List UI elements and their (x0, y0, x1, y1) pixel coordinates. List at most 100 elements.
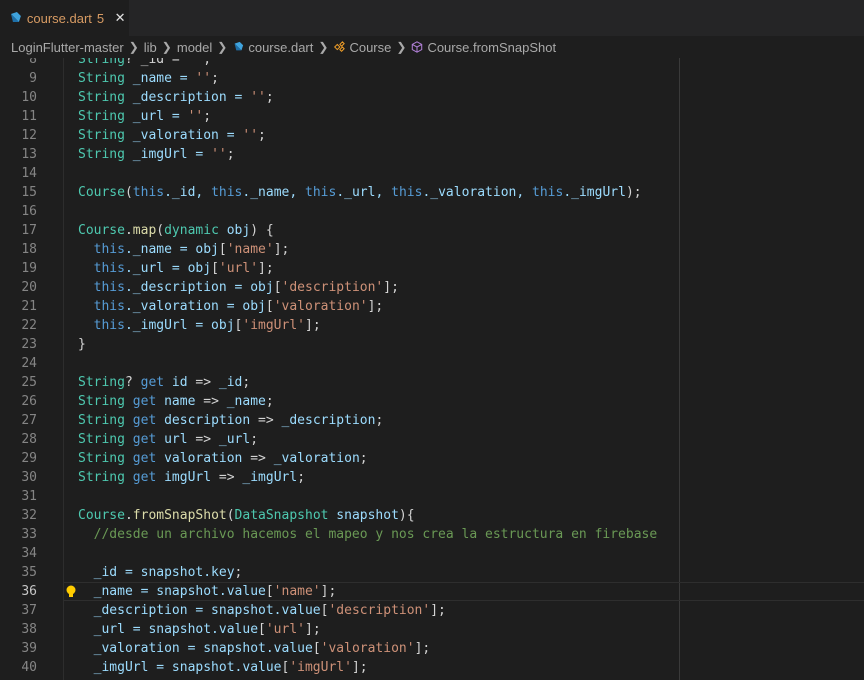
code-token: 'name' (226, 242, 274, 257)
code-token: ]; (383, 280, 399, 295)
code-line[interactable]: 31 (0, 487, 864, 506)
code-token: ._description = obj (124, 280, 274, 295)
code-token: name (156, 394, 204, 409)
code-line[interactable]: 22 this._imgUrl = obj['imgUrl']; (0, 316, 864, 335)
code-text: String? get id => _id; (78, 373, 250, 392)
code-text: String get description => _description; (78, 411, 383, 430)
code-line[interactable]: 38 _url = snapshot.value['url']; (0, 620, 864, 639)
code-line[interactable]: 26 String get name => _name; (0, 392, 864, 411)
code-line[interactable]: 36 _name = snapshot.value['name']; (0, 582, 864, 601)
code-token: String (78, 109, 125, 124)
code-token: 'description' (281, 280, 384, 295)
code-line[interactable]: 8 String? _id = ''; (0, 58, 864, 69)
code-line[interactable]: 35 _id = snapshot.key; (0, 563, 864, 582)
code-token: this (93, 299, 125, 314)
code-line[interactable]: 39 _valoration = snapshot.value['valorat… (0, 639, 864, 658)
code-line[interactable]: 40 _imgUrl = snapshot.value['imgUrl']; (0, 658, 864, 677)
code-line[interactable]: 10 String _description = ''; (0, 88, 864, 107)
code-line[interactable]: 30 String get imgUrl => _imgUrl; (0, 468, 864, 487)
code-line[interactable]: 16 (0, 202, 864, 221)
code-line[interactable]: 20 this._description = obj['description'… (0, 278, 864, 297)
code-line[interactable]: 12 String _valoration = ''; (0, 126, 864, 145)
code-token: => (250, 451, 274, 466)
code-line[interactable]: 29 String get valoration => _valoration; (0, 449, 864, 468)
code-token: description (156, 413, 259, 428)
code-token: ); (625, 185, 642, 200)
code-token: map (132, 223, 157, 238)
breadcrumb-item-project[interactable]: LoginFlutter-master (11, 40, 124, 55)
code-token: id (164, 375, 196, 390)
code-line[interactable]: 34 (0, 544, 864, 563)
code-line[interactable]: 19 this._url = obj['url']; (0, 259, 864, 278)
code-text: String? _id = ''; (78, 58, 211, 69)
dart-file-icon (234, 41, 244, 51)
code-token: ]; (414, 641, 431, 656)
code-text: String _url = ''; (78, 107, 211, 126)
code-line[interactable]: 25 String? get id => _id; (0, 373, 864, 392)
code-token: } (78, 337, 86, 352)
breadcrumb-item-method[interactable]: Course.fromSnapShot (411, 40, 556, 55)
code-text: String get imgUrl => _imgUrl; (78, 468, 305, 487)
code-line[interactable]: 27 String get description => _description… (0, 411, 864, 430)
close-tab-icon[interactable]: ✕ (111, 9, 129, 27)
code-line[interactable]: 32 Course.fromSnapShot(DataSnapshot snaps… (0, 506, 864, 525)
code-token: ._valoration = obj (124, 299, 266, 314)
lightbulb-icon[interactable] (64, 584, 78, 600)
chevron-right-icon: ❯ (161, 40, 172, 54)
line-number: 33 (21, 527, 37, 542)
code-line[interactable]: 15 Course(this._id, this._name, this._url… (0, 183, 864, 202)
code-token: _valoration (273, 451, 360, 466)
code-token: ; (234, 565, 243, 580)
breadcrumb-item-model[interactable]: model (177, 40, 212, 55)
code-token: this (305, 185, 337, 200)
code-line[interactable]: 24 (0, 354, 864, 373)
code-token: _imgUrl (242, 470, 298, 485)
code-line[interactable]: 18 this._name = obj['name']; (0, 240, 864, 259)
code-token: //desde un archivo hacemos el mapeo y no… (93, 527, 658, 542)
code-text: } (78, 335, 86, 354)
code-token: String (78, 375, 125, 390)
code-line[interactable]: 28 String get url => _url; (0, 430, 864, 449)
breadcrumb-item-class[interactable]: Course (333, 40, 391, 55)
code-line[interactable]: 13 String _imgUrl = ''; (0, 145, 864, 164)
breadcrumb-item-lib[interactable]: lib (144, 40, 157, 55)
code-token: [ (265, 584, 274, 599)
code-line[interactable]: 21 this._valoration = obj['valoration']; (0, 297, 864, 316)
line-number: 25 (21, 375, 37, 390)
code-token: _name = snapshot.value (93, 584, 266, 599)
code-editor[interactable]: 8 String? _id = ''; 9 String _name = ''; 10 S… (0, 58, 864, 680)
code-line[interactable]: 33 //desde un archivo hacemos el mapeo y… (0, 525, 864, 544)
code-line[interactable]: 11 String _url = ''; (0, 107, 864, 126)
code-token: _valoration = snapshot.value (93, 641, 313, 656)
code-token: [ (273, 280, 282, 295)
code-text: this._imgUrl = obj['imgUrl']; (78, 316, 321, 335)
code-line[interactable]: 37 _description = snapshot.value['descri… (0, 601, 864, 620)
code-token: valoration (156, 451, 251, 466)
line-number: 40 (21, 660, 37, 675)
code-text: Course.fromSnapShot(DataSnapshot snapsho… (78, 506, 415, 525)
code-text: _imgUrl = snapshot.value['imgUrl']; (78, 658, 368, 677)
code-line[interactable]: 9 String _name = ''; (0, 69, 864, 88)
code-token: ; (250, 432, 259, 447)
code-line[interactable]: 14 (0, 164, 864, 183)
breadcrumb-item-file[interactable]: course.dart (232, 40, 313, 55)
code-token: String (78, 432, 125, 447)
code-token: _valoration = (124, 128, 243, 143)
code-token: _description = (124, 90, 251, 105)
tab-course-dart[interactable]: course.dart 5 ✕ (0, 0, 129, 36)
code-text: String get name => _name; (78, 392, 274, 411)
code-line[interactable]: 17 Course.map(dynamic obj) { (0, 221, 864, 240)
code-token: ]; (430, 603, 446, 618)
code-token: [ (211, 261, 219, 276)
code-token: . (124, 223, 133, 238)
breadcrumb: LoginFlutter-master ❯ lib ❯ model ❯ cour… (0, 36, 864, 58)
code-token: fromSnapShot (132, 508, 227, 523)
code-line[interactable]: 23} (0, 335, 864, 354)
line-number: 37 (21, 603, 37, 618)
method-symbol-icon (412, 41, 423, 53)
